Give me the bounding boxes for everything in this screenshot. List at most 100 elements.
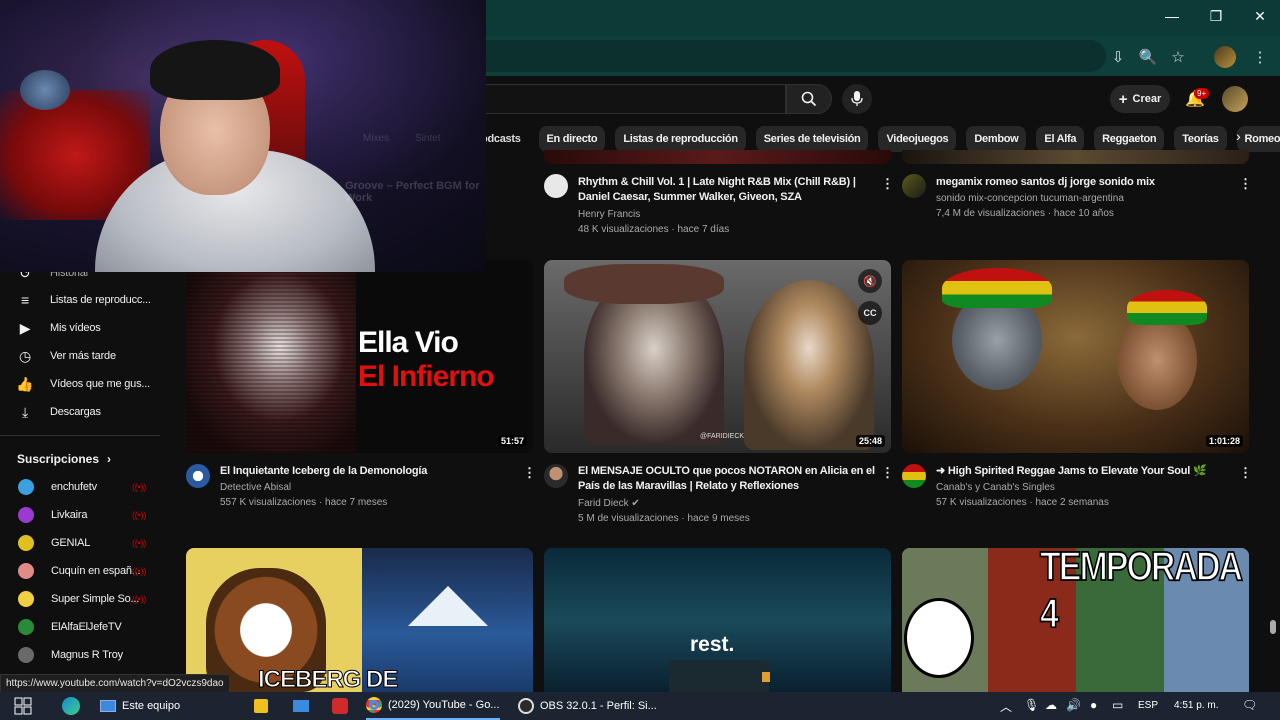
tray-volume-icon[interactable]: 🔊 (1066, 698, 1081, 712)
thumbnail-character (744, 280, 874, 450)
sidebar-item-downloads[interactable]: ⤓ Descargas (0, 399, 160, 425)
microphone-icon (851, 91, 863, 106)
video-title[interactable]: ➜ High Spirited Reggae Jams to Elevate Y… (936, 464, 1226, 479)
sidebar-sub-magnus[interactable]: Magnus R Troy (0, 642, 160, 668)
video-thumbnail[interactable]: @FARIDIECK 🔇 CC 25:48 (544, 260, 891, 453)
account-avatar[interactable] (1222, 86, 1248, 112)
more-actions-icon[interactable]: ⋮ (881, 465, 894, 481)
edge-taskbar-icon[interactable] (62, 692, 80, 720)
video-thumbnail[interactable]: rest. (544, 548, 891, 692)
taskbar-obs[interactable]: OBS 32.0.1 - Perfil: Si... (518, 692, 657, 720)
more-actions-icon[interactable]: ⋮ (881, 176, 894, 192)
chips-next-arrow-icon[interactable]: › (1236, 128, 1241, 144)
scrollbar-thumb[interactable] (1270, 620, 1276, 634)
more-actions-icon[interactable]: ⋮ (523, 465, 536, 481)
channel-name[interactable]: Farid Dieck ✔ (578, 496, 640, 511)
profile-avatar[interactable] (1214, 46, 1236, 68)
zoom-icon[interactable]: 🔍 (1135, 44, 1161, 70)
video-title[interactable]: Rhythm & Chill Vol. 1 | Late Night R&B M… (578, 175, 868, 205)
video-thumbnail[interactable]: 1:01:28 (902, 260, 1249, 453)
chip-dembow[interactable]: Dembow (966, 126, 1027, 152)
tray-mic-icon[interactable]: 🎙 (1024, 698, 1039, 712)
tray-network-icon[interactable]: ▭ (1112, 698, 1123, 712)
bookmark-star-icon[interactable]: ☆ (1165, 44, 1191, 70)
language-indicator[interactable]: ESP (1138, 700, 1158, 711)
chip-en-directo[interactable]: En directo (538, 126, 606, 152)
close-window-button[interactable]: ✕ (1238, 0, 1280, 32)
sidebar-sub-super-simple[interactable]: Super Simple So... ((•)) (0, 586, 160, 612)
sidebar-item-watch-later[interactable]: ◷ Ver más tarde (0, 343, 160, 369)
start-button[interactable] (14, 692, 32, 720)
search-button[interactable] (786, 84, 832, 114)
sidebar-sub-elalfa[interactable]: ElAlfaElJefeTV (0, 614, 160, 640)
video-meta: 57 K visualizaciones · hace 2 semanas (936, 497, 1109, 508)
sidebar-sub-livkaira[interactable]: Livkaira ((•)) (0, 502, 160, 528)
sidebar-item-my-videos[interactable]: ▶ Mis vídeos (0, 315, 160, 341)
clock[interactable]: 4:51 p. m. (1174, 700, 1218, 711)
obs-icon (518, 698, 534, 714)
sidebar-sub-genial[interactable]: GENIAL ((•)) (0, 530, 160, 556)
channel-name[interactable]: Canab's y Canab's Singles (936, 480, 1055, 495)
video-title[interactable]: El Inquietante Iceberg de la Demonología (220, 464, 510, 479)
live-icon: ((•)) (132, 566, 147, 576)
sidebar-item-playlists[interactable]: ≡ Listas de reproducc... (0, 287, 160, 313)
duration-badge: 25:48 (855, 435, 885, 447)
chip-series[interactable]: Series de televisión (755, 126, 869, 152)
subscriptions-header[interactable]: Suscripciones › (17, 452, 111, 466)
chip-reggaeton[interactable]: Reggaeton (1094, 126, 1165, 152)
channel-name[interactable]: Henry Francis (578, 207, 640, 222)
channel-avatar[interactable] (902, 464, 926, 488)
notification-center-icon[interactable]: 🗨 (1242, 698, 1257, 712)
create-button[interactable]: + Crear (1110, 85, 1170, 113)
store-taskbar-icon[interactable] (254, 692, 268, 720)
video-thumbnail[interactable] (544, 150, 891, 164)
channel-name[interactable]: Detective Abisal (220, 480, 291, 495)
video-thumbnail[interactable]: ICEBERG DE (186, 548, 533, 692)
address-field[interactable] (486, 40, 1106, 72)
tray-cloud-icon[interactable]: ☁ (1045, 698, 1057, 712)
tray-overflow-icon[interactable]: ︿ (1000, 698, 1012, 715)
taskbar-chrome[interactable]: (2029) YouTube - Go... (366, 692, 500, 720)
install-app-icon[interactable]: ⇩ (1105, 44, 1131, 70)
maximize-button[interactable]: ❐ (1194, 0, 1238, 32)
more-actions-icon[interactable]: ⋮ (1239, 465, 1252, 481)
live-icon: ((•)) (132, 482, 147, 492)
avatar (18, 563, 34, 579)
app-taskbar-icon[interactable] (332, 692, 348, 720)
search-input[interactable] (486, 84, 786, 114)
sidebar-sub-cuquin[interactable]: Cuquín en españ... ((•)) (0, 558, 160, 584)
mute-icon[interactable]: 🔇 (858, 269, 882, 293)
channel-name[interactable]: sonido mix-concepcion tucuman-argentina (936, 191, 1124, 206)
chip-romeo-santos[interactable]: Romeo Santos (1236, 126, 1280, 152)
video-thumbnail[interactable]: Ella Vio El Infierno 51:57 (186, 260, 533, 453)
sidebar-item-liked[interactable]: 👍 Vídeos que me gus... (0, 371, 160, 397)
live-icon: ((•)) (132, 594, 147, 604)
mail-taskbar-icon[interactable] (293, 692, 309, 720)
video-title[interactable]: El MENSAJE OCULTO que pocos NOTARON en A… (578, 464, 878, 494)
thumbnail-cartoon (904, 598, 974, 678)
sidebar-sub-enchufetv[interactable]: enchufetv ((•)) (0, 474, 160, 500)
chip-teorias[interactable]: Teorías (1174, 126, 1227, 152)
chip-videojuegos[interactable]: Videojuegos (878, 126, 957, 152)
taskbar-explorer[interactable]: Este equipo (100, 692, 180, 720)
webcam-hair (150, 40, 280, 100)
minimize-button[interactable]: — (1150, 0, 1194, 32)
channel-avatar[interactable] (186, 464, 210, 488)
voice-search-button[interactable] (842, 84, 872, 114)
tray-app-icon[interactable]: ● (1090, 698, 1097, 712)
live-icon: ((•)) (132, 538, 147, 548)
video-thumbnail[interactable] (902, 150, 1249, 164)
channel-avatar[interactable] (544, 464, 568, 488)
more-actions-icon[interactable]: ⋮ (1239, 176, 1252, 192)
chip-el-alfa[interactable]: El Alfa (1036, 126, 1085, 152)
video-title[interactable]: megamix romeo santos dj jorge sonido mix (936, 175, 1226, 190)
playlist-icon: ≡ (21, 292, 29, 308)
windows-start-icon (14, 697, 32, 715)
captions-icon[interactable]: CC (858, 301, 882, 325)
channel-avatar[interactable] (544, 174, 568, 198)
browser-menu-icon[interactable]: ⋮ (1247, 44, 1273, 70)
chip-listas[interactable]: Listas de reproducción (615, 126, 746, 152)
channel-avatar[interactable] (902, 174, 926, 198)
video-thumbnail[interactable]: TEMPORADA 4 (902, 548, 1249, 692)
page-scrollbar[interactable] (1268, 160, 1278, 692)
